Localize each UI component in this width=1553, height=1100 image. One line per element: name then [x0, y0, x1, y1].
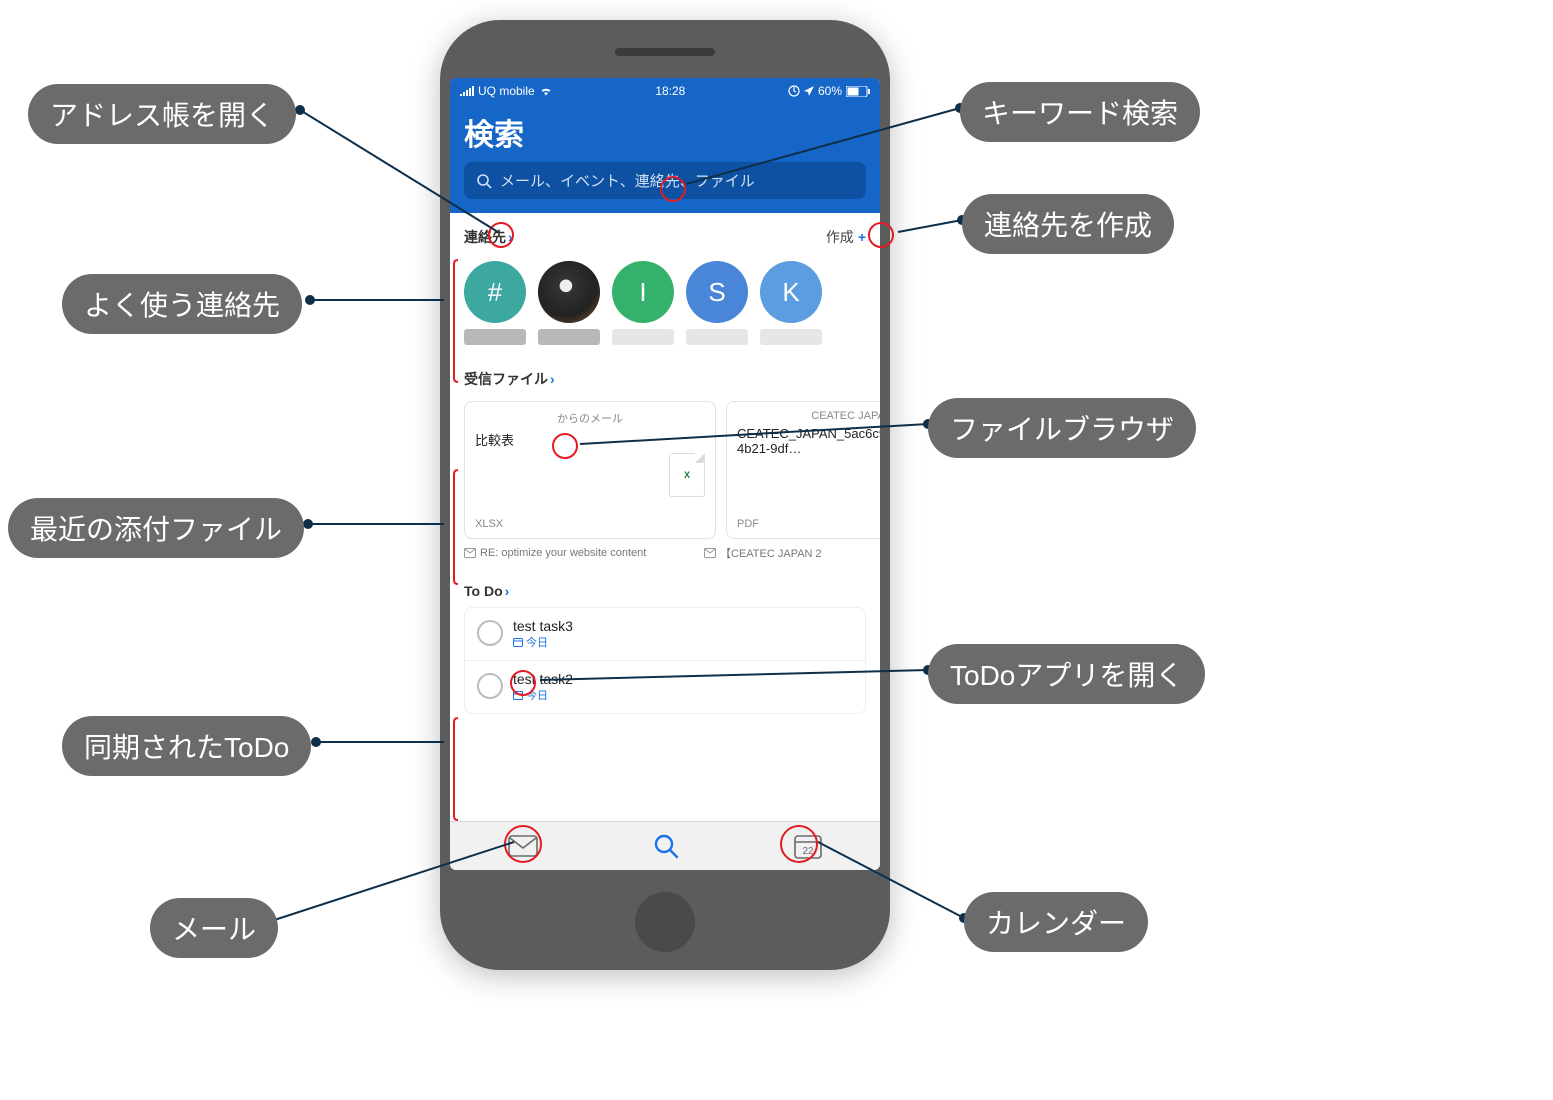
callout-file-browser: ファイルブラウザ	[928, 398, 1196, 458]
red-circle-search	[660, 176, 686, 202]
file-from: CEATEC JAPAN	[737, 410, 880, 422]
file-card[interactable]: からのメール比較表 X XLSX	[464, 401, 716, 539]
callout-mail: メール	[150, 898, 278, 958]
avatar-circle: K	[760, 261, 822, 323]
callout-open-todo-app: ToDoアプリを開く	[928, 644, 1205, 704]
carrier-label: UQ mobile	[478, 84, 535, 98]
file-mail-strip: RE: optimize your website content 【CEATEC…	[450, 545, 880, 569]
red-circle-todo-chevron	[510, 670, 536, 696]
status-bar: UQ mobile 18:28 60%	[450, 78, 880, 104]
avatar-label	[612, 329, 674, 345]
search-icon	[653, 833, 679, 859]
plus-icon: +	[858, 229, 866, 245]
phone-frame: UQ mobile 18:28 60% 検索 メール、イベント、連絡先、ファイル	[440, 20, 890, 970]
sync-icon	[788, 85, 800, 97]
file-ext: XLSX	[475, 518, 705, 530]
location-icon	[804, 86, 814, 96]
chevron-right-icon: ›	[550, 371, 555, 387]
avatar-circle: I	[612, 261, 674, 323]
mail-icon	[704, 548, 716, 558]
file-from: からのメール	[475, 410, 705, 426]
mail-icon	[464, 548, 476, 558]
file-source-mail[interactable]: 【CEATEC JAPAN 2	[704, 545, 880, 561]
red-circle-contacts-chevron	[488, 222, 514, 248]
todo-item[interactable]: test task3 今日	[465, 608, 865, 661]
create-label: 作成	[826, 227, 854, 247]
home-button[interactable]	[635, 892, 695, 952]
todo-title: test task3	[513, 618, 573, 634]
todo-section-header[interactable]: To Do ›	[464, 583, 866, 599]
chevron-right-icon: ›	[505, 583, 510, 599]
avatar-label	[686, 329, 748, 345]
battery-label: 60%	[818, 84, 842, 98]
signal-icon	[460, 86, 474, 96]
avatar-circle: #	[464, 261, 526, 323]
todo-list: test task3 今日test task2 今日	[464, 607, 866, 714]
contact-avatar[interactable]: K	[760, 261, 822, 345]
callout-calendar: カレンダー	[964, 892, 1148, 952]
battery-icon	[846, 86, 870, 97]
callout-create-contact: 連絡先を作成	[962, 194, 1174, 254]
avatar-label	[760, 329, 822, 345]
callout-keyword-search: キーワード検索	[960, 82, 1200, 142]
checkbox-ring[interactable]	[477, 620, 503, 646]
excel-icon: X	[669, 453, 705, 497]
avatar-circle: S	[686, 261, 748, 323]
checkbox-ring[interactable]	[477, 673, 503, 699]
calendar-small-icon	[513, 637, 523, 647]
avatar-label	[538, 329, 600, 345]
clock: 18:28	[655, 84, 685, 98]
contact-avatar[interactable]: I	[612, 261, 674, 345]
contact-avatar[interactable]: S	[686, 261, 748, 345]
contacts-strip: # ISK	[450, 251, 880, 355]
file-ext: PDF	[737, 518, 880, 530]
files-strip: からのメール比較表 X XLSX CEATEC JAPAN CEATEC_JAPAN_5…	[450, 395, 880, 545]
files-label: 受信ファイル	[464, 369, 548, 389]
callout-frequent-contacts: よく使う連絡先	[62, 274, 302, 334]
search-placeholder: メール、イベント、連絡先、ファイル	[500, 170, 755, 191]
contact-avatar[interactable]: #	[464, 261, 526, 345]
search-icon	[476, 173, 492, 189]
files-section-header[interactable]: 受信ファイル ›	[450, 355, 880, 395]
contacts-section-header: 連絡先 › 作成 +	[450, 223, 880, 251]
avatar-circle	[538, 261, 600, 323]
callout-recent-attachments: 最近の添付ファイル	[8, 498, 304, 558]
file-title: 比較表	[475, 430, 705, 449]
wifi-icon	[539, 86, 553, 96]
create-contact-button[interactable]: 作成 +	[826, 227, 866, 247]
tab-search[interactable]	[653, 833, 679, 859]
phone-speaker	[615, 48, 715, 56]
file-title: CEATEC_JAPAN_5ac6c92a-bd11-4b21-9df…	[737, 426, 880, 456]
file-card[interactable]: CEATEC JAPAN CEATEC_JAPAN_5ac6c92a-bd11-4…	[726, 401, 880, 539]
contact-avatar[interactable]	[538, 261, 600, 345]
callout-open-addressbook: アドレス帳を開く	[28, 84, 296, 144]
avatar-label	[464, 329, 526, 345]
red-circle-files-chevron	[552, 433, 578, 459]
todo-label: To Do	[464, 583, 503, 599]
callout-synced-todo: 同期されたToDo	[62, 716, 311, 776]
red-circle-tab-calendar	[780, 825, 818, 863]
page-title: 検索	[464, 110, 866, 154]
todo-due: 今日	[513, 634, 573, 650]
red-circle-plus	[868, 222, 894, 248]
red-circle-tab-mail	[504, 825, 542, 863]
file-source-mail[interactable]: RE: optimize your website content	[464, 545, 694, 561]
